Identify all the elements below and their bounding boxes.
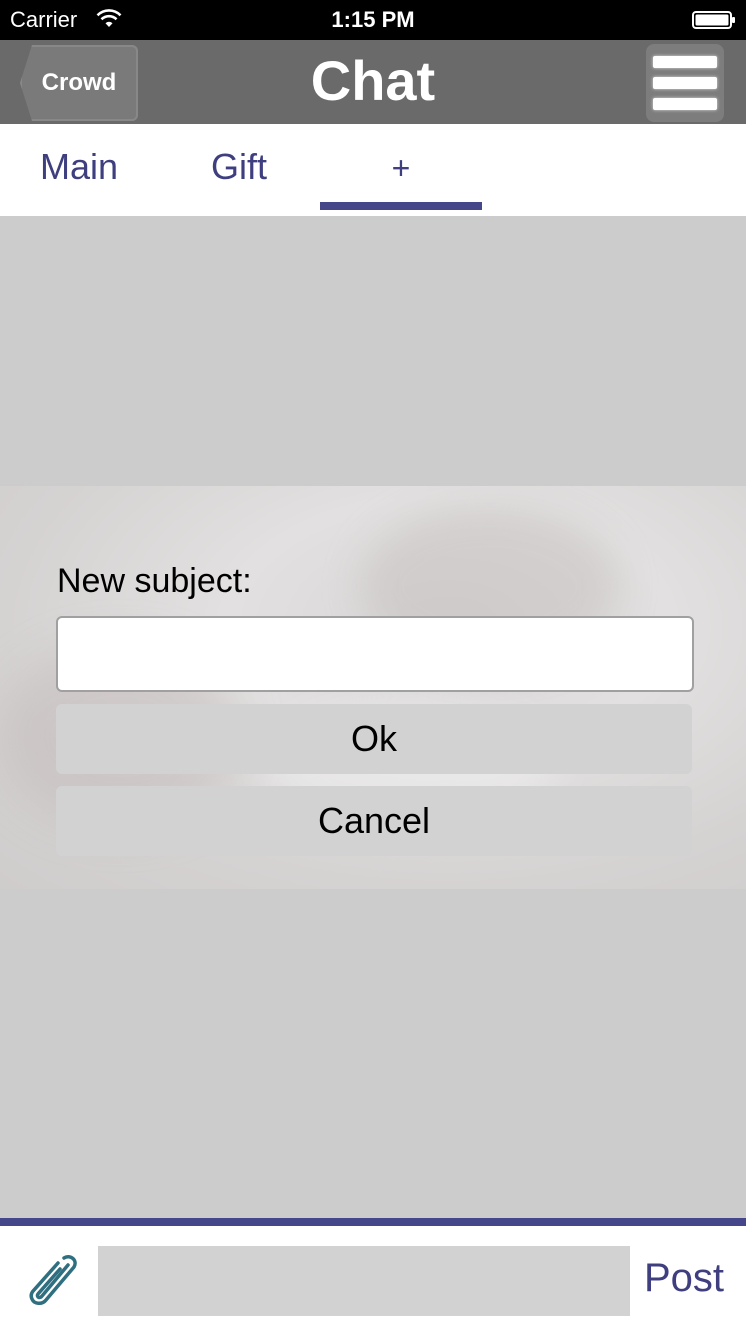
battery-icon <box>692 11 735 29</box>
status-bar: Carrier 1:15 PM <box>0 0 746 40</box>
message-input[interactable] <box>98 1246 630 1316</box>
page-title: Chat <box>310 49 436 112</box>
new-subject-label: New subject: <box>57 562 252 600</box>
tab-add-subject[interactable]: + <box>320 150 482 187</box>
post-button[interactable]: Post <box>644 1256 724 1301</box>
navigation-bar: Crowd Chat <box>0 40 746 124</box>
compose-divider <box>0 1218 746 1226</box>
tab-gift[interactable]: Gift <box>211 146 267 188</box>
new-subject-dialog: New subject: Ok Cancel <box>0 486 746 889</box>
tab-strip: Main Gift + <box>0 124 746 216</box>
paperclip-icon[interactable] <box>24 1252 82 1310</box>
cancel-button[interactable]: Cancel <box>56 786 692 856</box>
hamburger-menu-icon <box>653 52 717 114</box>
ok-button[interactable]: Ok <box>56 704 692 774</box>
menu-button[interactable] <box>646 44 724 122</box>
tab-main[interactable]: Main <box>40 146 118 188</box>
status-time: 1:15 PM <box>331 7 415 32</box>
selected-tab-indicator <box>320 202 482 210</box>
compose-bar: Post <box>0 1226 746 1336</box>
new-subject-input[interactable] <box>56 616 694 692</box>
